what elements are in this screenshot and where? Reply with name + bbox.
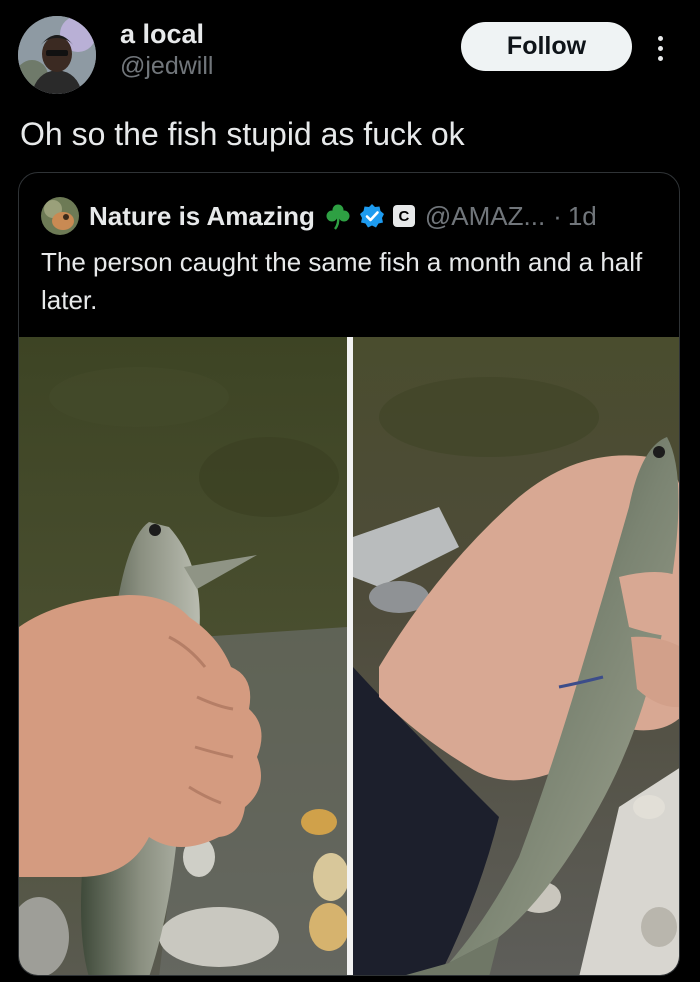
tweet-header: a local @jedwill Follow (0, 0, 700, 100)
quoted-media[interactable] (19, 337, 679, 975)
quoted-tweet[interactable]: Nature is Amazing C @AMAZ... · 1d The pe… (18, 172, 680, 976)
quoted-tweet-header: Nature is Amazing C @AMAZ... · 1d (41, 197, 597, 235)
author-info: a local @jedwill (120, 18, 213, 82)
org-badge-icon: C (392, 205, 415, 227)
author-handle[interactable]: @jedwill (120, 50, 213, 82)
follow-button[interactable]: Follow (461, 22, 632, 71)
separator-dot: · (553, 200, 562, 231)
author-name[interactable]: a local (120, 18, 213, 50)
verified-badge-icon (359, 203, 385, 229)
author-avatar[interactable] (18, 16, 96, 94)
quoted-author-avatar[interactable] (41, 197, 79, 235)
quoted-timestamp[interactable]: 1d (568, 201, 597, 232)
photo-divider (347, 337, 353, 975)
shamrock-icon (323, 201, 353, 231)
quoted-author-handle[interactable]: @AMAZ... (425, 201, 545, 232)
tweet-text: Oh so the fish stupid as fuck ok (20, 116, 465, 152)
right-photo (353, 337, 679, 975)
quoted-tweet-text: The person caught the same fish a month … (41, 247, 643, 315)
quoted-author-name[interactable]: Nature is Amazing (89, 201, 315, 232)
left-photo (19, 337, 349, 975)
more-icon[interactable] (650, 28, 670, 68)
